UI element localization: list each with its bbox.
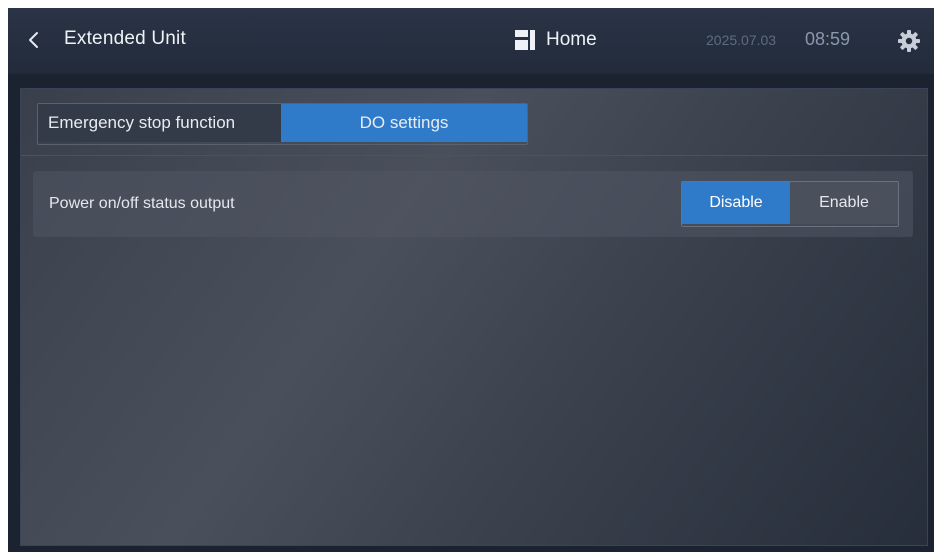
enable-button[interactable]: Enable: [790, 182, 898, 224]
disable-button[interactable]: Disable: [682, 182, 790, 224]
chevron-left-icon[interactable]: [22, 28, 46, 52]
setting-label: Power on/off status output: [49, 195, 235, 212]
time-display: 08:59: [805, 29, 851, 49]
home-label: Home: [546, 29, 597, 50]
tab-emergency-stop[interactable]: Emergency stop function: [38, 104, 281, 142]
setting-row-power-status: Power on/off status output Disable Enabl…: [33, 171, 913, 237]
tab-do-settings[interactable]: DO settings: [281, 104, 527, 142]
header-bar: Extended Unit Home 2025.07.03 08:59: [8, 8, 934, 74]
home-grid-icon: [515, 30, 535, 50]
content-panel: Emergency stop function DO settings Powe…: [20, 88, 928, 546]
date-display: 2025.07.03: [706, 32, 777, 48]
divider: [21, 155, 927, 156]
page-title: Extended Unit: [64, 28, 186, 49]
power-status-toggle: Disable Enable: [681, 181, 899, 227]
home-button[interactable]: Home: [514, 26, 597, 54]
gear-icon[interactable]: [897, 29, 921, 53]
app-screen: Extended Unit Home 2025.07.03 08:59 Emer…: [8, 8, 934, 552]
tab-bar: Emergency stop function DO settings: [37, 103, 528, 145]
